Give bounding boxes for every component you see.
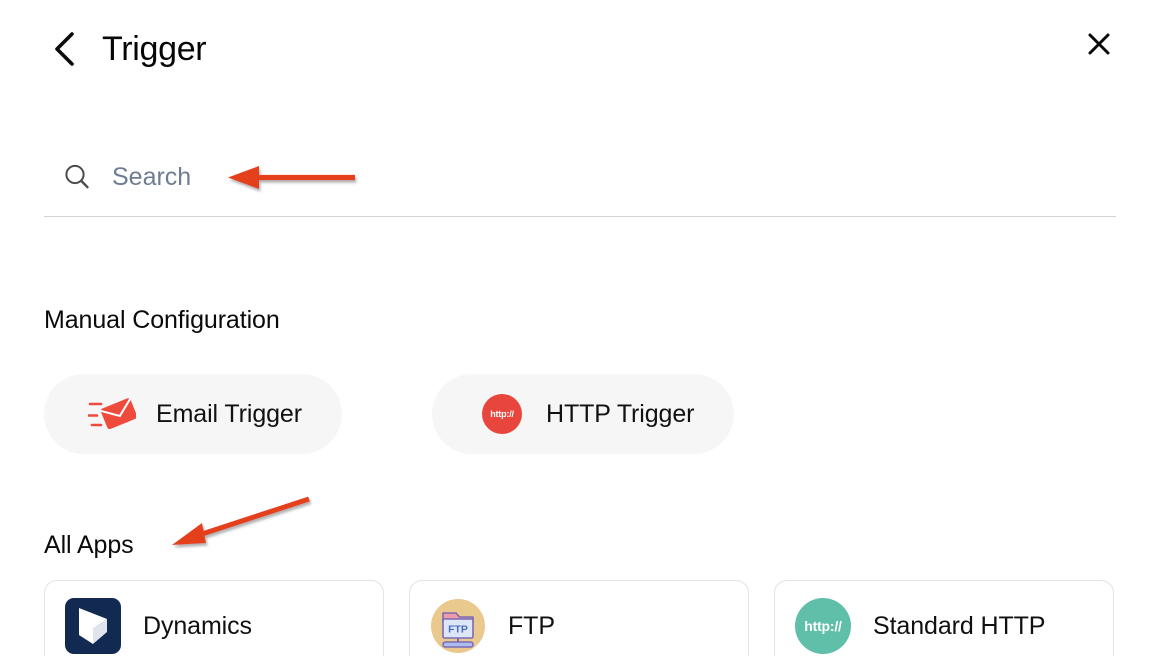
http-circle-icon: http:// bbox=[478, 390, 526, 438]
app-card-label: FTP bbox=[508, 611, 555, 640]
search-row[interactable] bbox=[44, 152, 1116, 202]
search-input[interactable] bbox=[112, 157, 412, 197]
app-card-standard-http[interactable]: http:// Standard HTTP bbox=[774, 580, 1114, 656]
search-icon bbox=[60, 160, 94, 194]
email-envelope-icon bbox=[88, 390, 136, 438]
manual-item-email-trigger[interactable]: Email Trigger bbox=[44, 374, 342, 454]
chevron-left-icon bbox=[51, 29, 79, 74]
dynamics-logo-icon bbox=[65, 598, 121, 654]
standard-http-icon: http:// bbox=[795, 598, 851, 654]
app-card-ftp[interactable]: FTP FTP bbox=[409, 580, 749, 656]
search-divider bbox=[44, 216, 1116, 217]
manual-item-http-trigger[interactable]: http:// HTTP Trigger bbox=[432, 374, 734, 454]
app-card-label: Dynamics bbox=[143, 611, 252, 640]
close-button[interactable] bbox=[1080, 27, 1118, 65]
back-button[interactable] bbox=[44, 28, 86, 74]
app-card-label: Standard HTTP bbox=[873, 611, 1046, 640]
section-heading-manual-configuration: Manual Configuration bbox=[44, 306, 280, 334]
dynamics-tile bbox=[65, 598, 121, 654]
panel-header: Trigger bbox=[0, 0, 1166, 100]
manual-item-label: HTTP Trigger bbox=[546, 399, 695, 428]
arrow-to-all-apps bbox=[172, 496, 310, 545]
page-title: Trigger bbox=[102, 30, 207, 68]
app-card-dynamics[interactable]: Dynamics bbox=[44, 580, 384, 656]
svg-text:FTP: FTP bbox=[448, 624, 468, 636]
standard-http-circle-label: http:// bbox=[795, 598, 851, 654]
section-heading-all-apps: All Apps bbox=[44, 531, 134, 559]
trigger-panel: Trigger Search Manual Configuration Emai… bbox=[0, 0, 1166, 656]
http-circle-label: http:// bbox=[482, 394, 522, 434]
ftp-folder-icon: FTP bbox=[430, 598, 486, 654]
close-icon bbox=[1086, 31, 1112, 62]
manual-item-label: Email Trigger bbox=[156, 399, 302, 428]
